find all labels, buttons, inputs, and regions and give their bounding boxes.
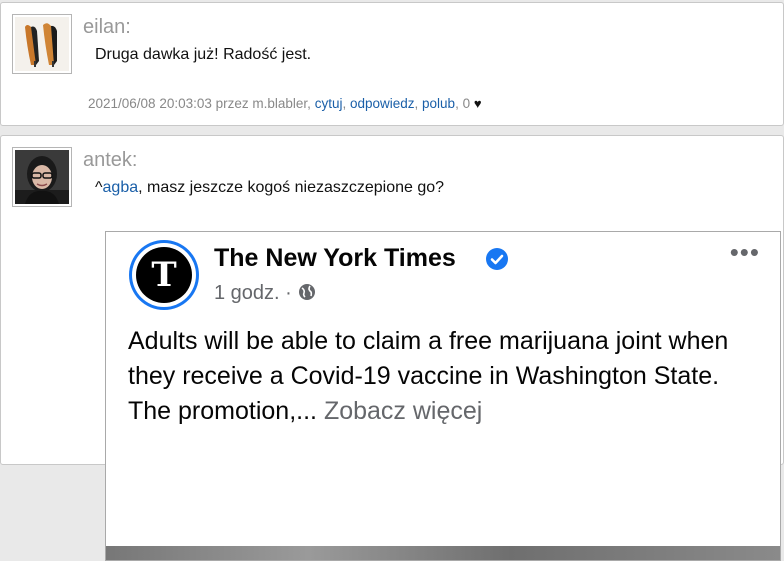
avatar-shoes-image bbox=[15, 17, 69, 71]
avatar[interactable] bbox=[12, 147, 72, 207]
comment-post: antek: ^agba, masz jeszcze kogoś niezasz… bbox=[0, 135, 784, 561]
heart-icon: ♥ bbox=[473, 96, 482, 111]
reply-link[interactable]: odpowiedz bbox=[350, 96, 415, 111]
post-time-text: 1 godz. · bbox=[214, 282, 298, 304]
status-text: Adults will be able to claim a free mari… bbox=[128, 324, 768, 429]
mention-link[interactable]: agba bbox=[103, 179, 139, 196]
by-prefix: przez bbox=[211, 96, 253, 111]
page-name: The New York Times bbox=[214, 244, 456, 272]
post-time: 1 godz. · bbox=[214, 282, 317, 305]
avatar[interactable] bbox=[12, 14, 72, 74]
comment-timestamp: 2021/06/08 20:03:03 bbox=[88, 96, 212, 111]
comment-post: eilan: Druga dawka już! Radość jest. 202… bbox=[0, 2, 784, 126]
likes-count: 0 bbox=[462, 96, 471, 111]
nyt-logo: T bbox=[129, 240, 199, 310]
comment-body: ^agba, masz jeszcze kogoś niezaszczepion… bbox=[95, 179, 444, 197]
caret-prefix: ^ bbox=[95, 179, 103, 196]
comment-body: Druga dawka już! Radość jest. bbox=[95, 46, 312, 63]
by-user: m.blabler bbox=[252, 96, 308, 111]
embedded-screenshot[interactable]: T The New York Times 1 godz. · ••• Adult… bbox=[105, 231, 781, 561]
embedded-photo-edge bbox=[106, 546, 780, 560]
comment-meta: 2021/06/08 20:03:03 przez m.blabler, cyt… bbox=[88, 96, 482, 111]
comment-author[interactable]: eilan: bbox=[83, 16, 131, 39]
comment-author[interactable]: antek: bbox=[83, 149, 137, 172]
see-more-link: Zobacz więcej bbox=[323, 397, 483, 425]
verified-badge-icon bbox=[486, 248, 508, 270]
globe-icon bbox=[299, 284, 316, 300]
quote-link[interactable]: cytuj bbox=[315, 96, 343, 111]
avatar-person-image bbox=[15, 150, 69, 204]
like-link[interactable]: polub bbox=[422, 96, 455, 111]
more-options-icon: ••• bbox=[729, 237, 760, 267]
comment-body-rest: , masz jeszcze kogoś niezaszczepione go? bbox=[138, 179, 445, 196]
nyt-logo-letter: T bbox=[136, 247, 192, 303]
